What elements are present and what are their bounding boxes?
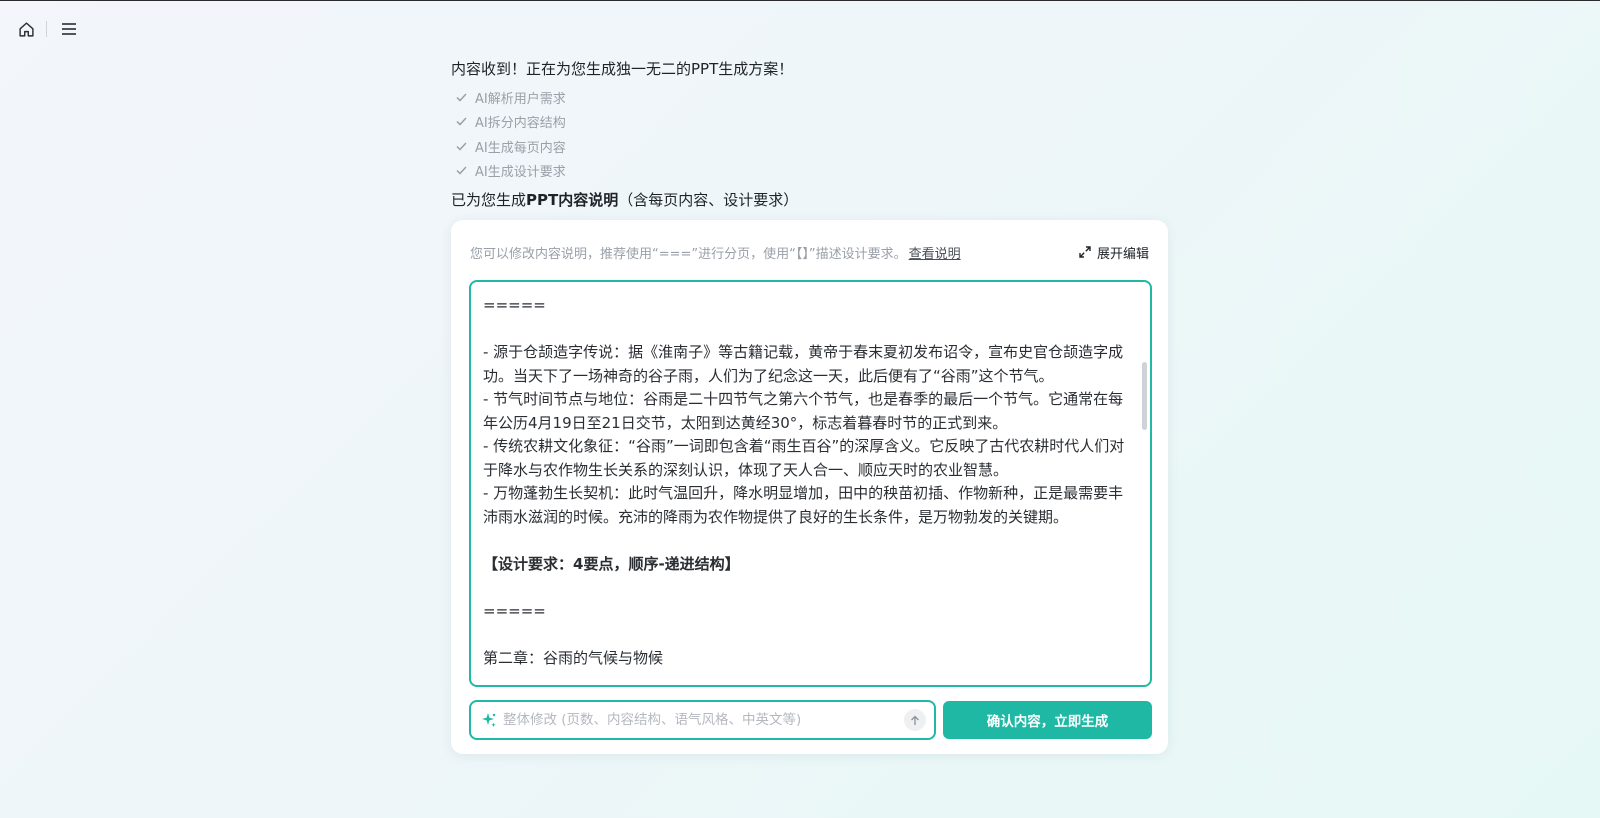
divider — [46, 21, 47, 37]
status-message: 内容收到！正在为您生成独一无二的PPT生成方案！ — [451, 60, 794, 78]
hint-text: 您可以修改内容说明，推荐使用“===”进行分页，使用“【】”描述设计要求。 查看说… — [470, 243, 961, 262]
editor-line: - 节气时间节点与地位：谷雨是二十四节气之第六个节气，也是春季的最后一个节气。它… — [483, 390, 1124, 432]
check-icon — [451, 93, 475, 102]
generated-bold: PPT内容说明 — [526, 191, 619, 209]
step-item: AI拆分内容结构 — [451, 110, 1168, 135]
check-icon — [451, 142, 475, 151]
editor-scrollbar[interactable] — [1142, 362, 1147, 430]
bottom-bar: 确认内容，立即生成 — [469, 700, 1152, 740]
editor-line: - 万物蓬勃生长契机：此时气温回升，降水明显增加，田中的秧苗初插、作物新种，正是… — [483, 484, 1124, 526]
editor-line: - 传统农耕文化象征：“谷雨”一词即包含着“雨生百谷”的深厚含义。它反映了古代农… — [483, 437, 1125, 479]
send-button[interactable] — [904, 709, 926, 731]
step-item: AI生成设计要求 — [451, 159, 1168, 184]
step-item: AI解析用户需求 — [451, 85, 1168, 110]
step-label: AI生成每页内容 — [475, 140, 566, 156]
hint-row: 您可以修改内容说明，推荐使用“===”进行分页，使用“【】”描述设计要求。 查看说… — [470, 242, 1149, 262]
view-instructions-link[interactable]: 查看说明 — [909, 247, 961, 262]
editor-line: 第二章：谷雨的气候与物候 — [483, 648, 664, 667]
check-icon — [451, 166, 475, 175]
editor-line: 【设计要求：4要点，顺序-递进结构】 — [483, 554, 740, 573]
generated-suffix: （含每页内容、设计要求） — [618, 191, 799, 209]
expand-icon — [1079, 246, 1091, 258]
expand-edit-button[interactable]: 展开编辑 — [1079, 243, 1149, 262]
step-label: AI生成设计要求 — [475, 165, 566, 181]
generated-prefix: 已为您生成 — [451, 191, 527, 209]
modify-input-box[interactable] — [469, 700, 936, 740]
editor-line: ===== — [483, 296, 546, 314]
modify-input[interactable] — [503, 712, 904, 728]
arrow-up-icon — [911, 715, 919, 725]
hint-label: 您可以修改内容说明，推荐使用“===”进行分页，使用“【】”描述设计要求。 — [470, 246, 907, 262]
menu-icon[interactable] — [57, 17, 81, 41]
sparkle-icon — [482, 713, 496, 728]
step-label: AI解析用户需求 — [475, 91, 566, 107]
editor-line: ===== — [483, 601, 546, 620]
step-list: AI解析用户需求 AI拆分内容结构 AI生成每页内容 AI生成设计要求 — [451, 85, 1168, 183]
generated-notice: 已为您生成PPT内容说明（含每页内容、设计要求） — [451, 188, 1168, 212]
step-label: AI拆分内容结构 — [475, 116, 566, 132]
editor-line: - 源于仓颉造字传说：据《淮南子》等古籍记载，黄帝于春末夏初发布诏令，宣布史官仓… — [483, 343, 1124, 385]
check-icon — [451, 117, 475, 126]
expand-label: 展开编辑 — [1096, 246, 1149, 262]
home-icon[interactable] — [14, 17, 38, 41]
confirm-generate-button[interactable]: 确认内容，立即生成 — [943, 701, 1152, 739]
progress-section: 内容收到！正在为您生成独一无二的PPT生成方案！ AI解析用户需求 AI拆分内容… — [451, 57, 1168, 212]
content-card: 您可以修改内容说明，推荐使用“===”进行分页，使用“【】”描述设计要求。 查看说… — [451, 220, 1168, 754]
content-editor[interactable]: ===== - 源于仓颉造字传说：据《淮南子》等古籍记载，黄帝于春末夏初发布诏令，… — [469, 280, 1152, 687]
editor-text[interactable]: ===== - 源于仓颉造字传说：据《淮南子》等古籍记载，黄帝于春末夏初发布诏令，… — [483, 294, 1136, 670]
top-bar — [14, 17, 81, 41]
step-item: AI生成每页内容 — [451, 134, 1168, 159]
